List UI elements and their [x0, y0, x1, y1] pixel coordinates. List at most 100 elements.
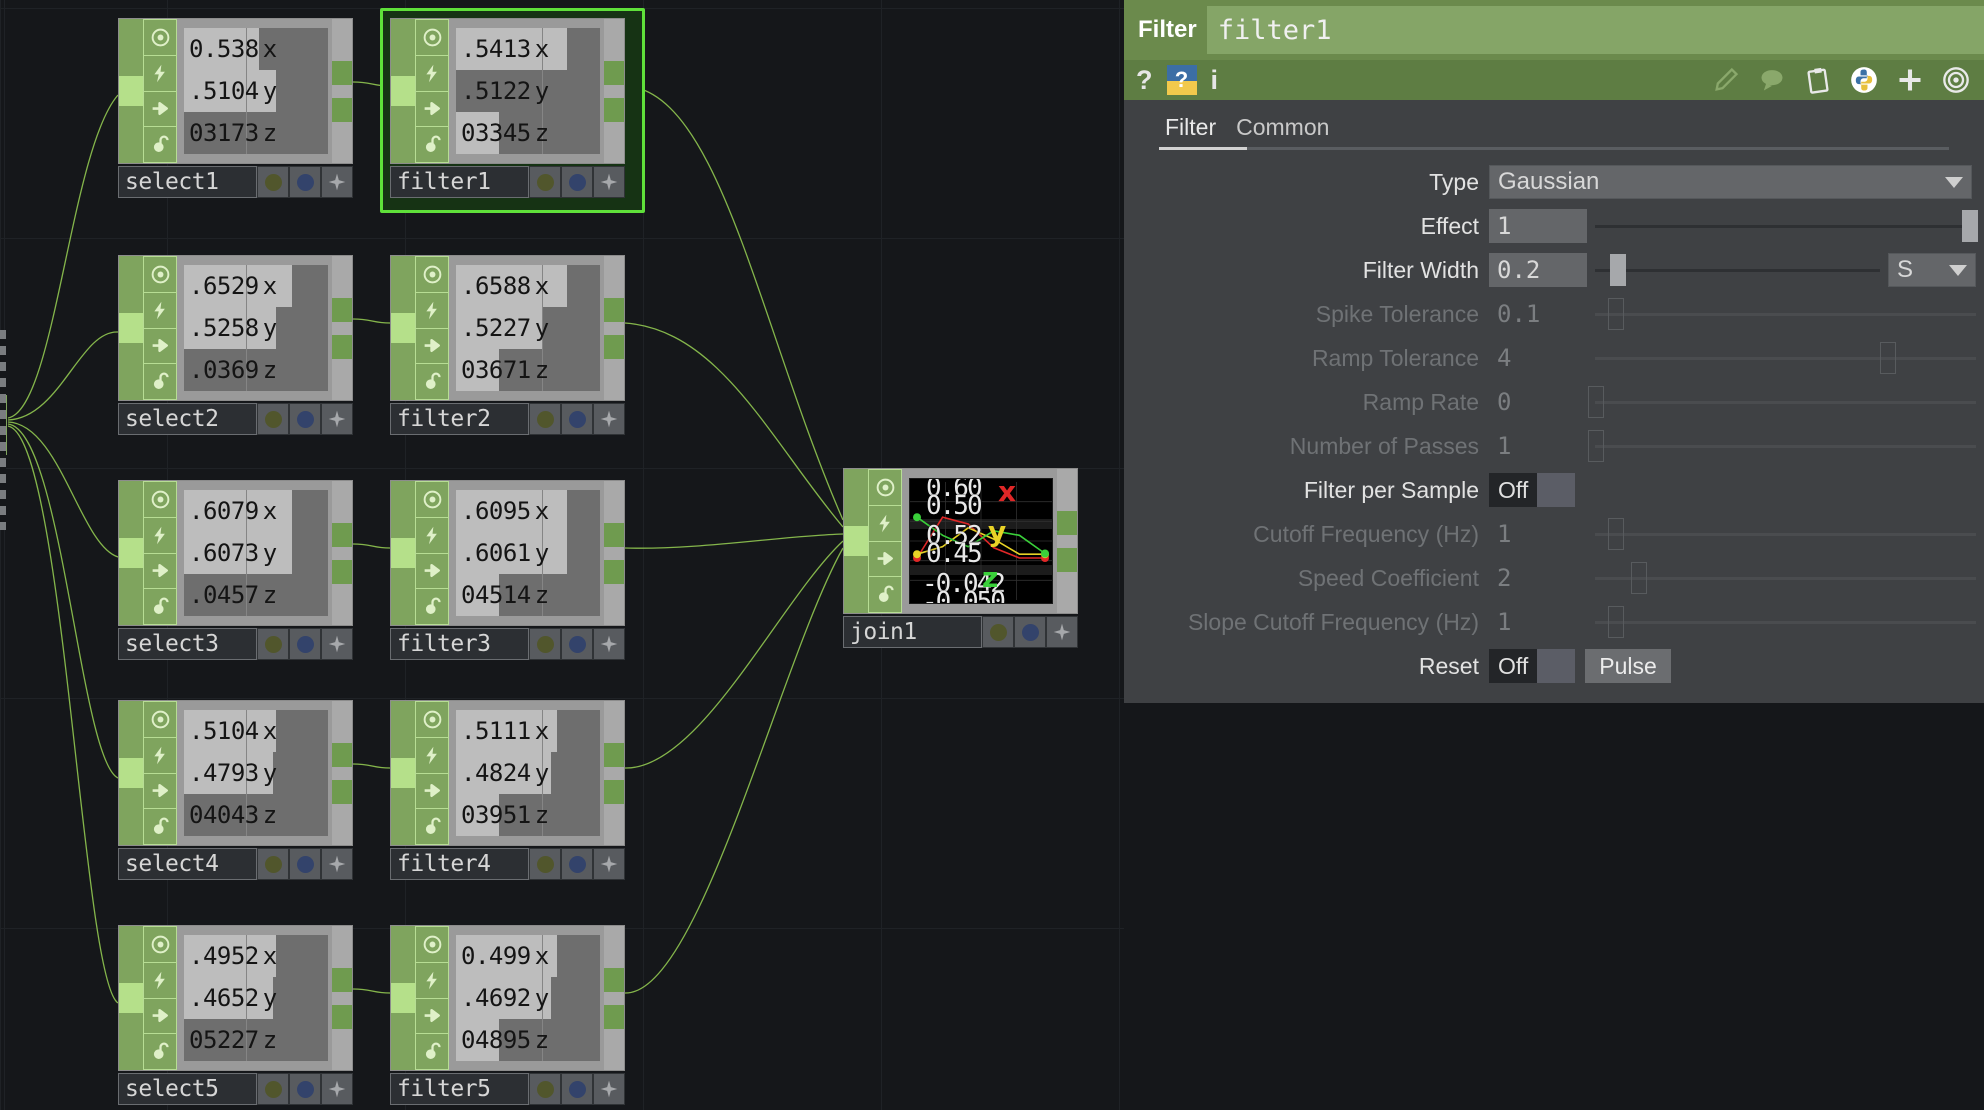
render-icon[interactable] [144, 738, 176, 774]
lock-icon[interactable] [416, 589, 448, 624]
bypass-arrow-icon[interactable] [416, 774, 448, 810]
node-output-connectors[interactable] [332, 19, 352, 163]
node-name-field[interactable]: filter5 [390, 1073, 529, 1105]
display-icon[interactable] [144, 927, 176, 963]
node-body[interactable]: .6079 x .6073 y .0457 z [118, 480, 353, 626]
star-icon[interactable] [321, 403, 353, 435]
output-connector-1[interactable] [604, 742, 624, 767]
contextual-help-icon[interactable]: ? [1166, 65, 1197, 95]
lock-icon[interactable] [416, 1034, 448, 1069]
node-value-row[interactable]: .6061 y [456, 532, 600, 574]
slider-knob[interactable] [1962, 210, 1979, 242]
node-value-row[interactable]: 03345 z [456, 112, 600, 154]
connector-active[interactable] [119, 983, 143, 1013]
node-select2[interactable]: .6529 x .5258 y .0369 z select2 [118, 255, 353, 435]
connector-active[interactable] [391, 313, 415, 343]
node-body[interactable]: 0.538 x .5104 y 03173 z [118, 18, 353, 164]
render-icon[interactable] [869, 506, 901, 542]
node-value-row[interactable]: 04514 z [456, 574, 600, 616]
connector-active[interactable] [391, 538, 415, 568]
node-value-row[interactable]: .4952 x [184, 935, 328, 977]
node-output-connectors[interactable] [604, 926, 624, 1070]
olive-dot-icon[interactable] [257, 403, 289, 435]
node-name-field[interactable]: select5 [118, 1073, 257, 1105]
node-input-connector[interactable] [119, 256, 143, 400]
node-body[interactable]: .5413 x .5122 y 03345 z [390, 18, 625, 164]
param-value-field[interactable]: 0 [1489, 385, 1587, 419]
tab-filter[interactable]: Filter [1159, 114, 1230, 148]
connector-active[interactable] [391, 76, 415, 106]
tab-common[interactable]: Common [1230, 114, 1343, 148]
lock-icon[interactable] [416, 364, 448, 399]
node-value-row[interactable]: .5111 x [456, 710, 600, 752]
node-input-connector[interactable] [391, 481, 415, 625]
panel-node-name-field[interactable]: filter1 [1206, 6, 1984, 54]
bypass-arrow-icon[interactable] [144, 554, 176, 590]
render-icon[interactable] [416, 518, 448, 554]
star-icon[interactable] [321, 848, 353, 880]
star-icon[interactable] [321, 1073, 353, 1105]
node-value-row[interactable]: .6095 x [456, 490, 600, 532]
render-icon[interactable] [144, 56, 176, 92]
node-filter3[interactable]: .6095 x .6061 y 04514 z filter3 [390, 480, 625, 660]
node-value-area[interactable]: .6095 x .6061 y 04514 z [456, 490, 600, 616]
star-icon[interactable] [593, 628, 625, 660]
node-value-area[interactable]: 0.538 x .5104 y 03173 z [184, 28, 328, 154]
render-icon[interactable] [416, 293, 448, 329]
output-connector-2[interactable] [332, 334, 352, 359]
lock-icon[interactable] [416, 127, 448, 162]
node-input-connector[interactable] [119, 926, 143, 1070]
slider-knob[interactable] [1607, 518, 1624, 550]
blue-dot-icon[interactable] [561, 628, 593, 660]
param-value-field[interactable]: 0.2 [1489, 253, 1587, 287]
node-value-row[interactable]: .4793 y [184, 752, 328, 794]
node-filter5[interactable]: 0.499 x .4692 y 04895 z filter5 [390, 925, 625, 1105]
output-connector-1[interactable] [604, 60, 624, 85]
render-icon[interactable] [144, 518, 176, 554]
node-value-row[interactable]: .6073 y [184, 532, 328, 574]
node-name-field[interactable]: join1 [843, 616, 982, 648]
param-slider[interactable] [1595, 297, 1976, 331]
lock-icon[interactable] [144, 127, 176, 162]
node-value-area[interactable]: .4952 x .4652 y 05227 z [184, 935, 328, 1061]
display-icon[interactable] [416, 20, 448, 56]
param-value-field[interactable]: 1 [1489, 517, 1587, 551]
lock-icon[interactable] [869, 577, 901, 612]
slider-knob[interactable] [1880, 342, 1897, 374]
olive-dot-icon[interactable] [257, 1073, 289, 1105]
slider-knob[interactable] [1609, 254, 1626, 286]
node-value-area[interactable]: .6529 x .5258 y .0369 z [184, 265, 328, 391]
render-icon[interactable] [144, 293, 176, 329]
node-select5[interactable]: .4952 x .4652 y 05227 z select5 [118, 925, 353, 1105]
node-value-row[interactable]: .6079 x [184, 490, 328, 532]
node-body[interactable]: .5104 x .4793 y 04043 z [118, 700, 353, 846]
node-value-row[interactable]: .4692 y [456, 977, 600, 1019]
output-connector-1[interactable] [332, 297, 352, 322]
param-select-type[interactable]: Gaussian [1489, 165, 1972, 199]
olive-dot-icon[interactable] [529, 166, 561, 198]
olive-dot-icon[interactable] [257, 628, 289, 660]
node-output-connectors[interactable] [332, 481, 352, 625]
display-icon[interactable] [144, 482, 176, 518]
clipboard-icon[interactable] [1802, 64, 1834, 96]
node-output-connectors[interactable] [604, 19, 624, 163]
param-slider[interactable] [1595, 209, 1979, 243]
node-input-connector[interactable] [391, 701, 415, 845]
node-name-field[interactable]: select1 [118, 166, 257, 198]
blue-dot-icon[interactable] [289, 403, 321, 435]
node-body[interactable]: .6529 x .5258 y .0369 z [118, 255, 353, 401]
node-value-row[interactable]: .6588 x [456, 265, 600, 307]
node-value-row[interactable]: .4652 y [184, 977, 328, 1019]
node-value-row[interactable]: .0369 z [184, 349, 328, 391]
node-name-field[interactable]: select4 [118, 848, 257, 880]
connector-active[interactable] [119, 313, 143, 343]
bypass-arrow-icon[interactable] [144, 92, 176, 128]
node-value-row[interactable]: 03173 z [184, 112, 328, 154]
param-value-field[interactable]: 2 [1489, 561, 1587, 595]
olive-dot-icon[interactable] [982, 616, 1014, 648]
bypass-arrow-icon[interactable] [416, 329, 448, 365]
node-value-row[interactable]: .5258 y [184, 307, 328, 349]
output-connector-1[interactable] [332, 60, 352, 85]
olive-dot-icon[interactable] [529, 628, 561, 660]
display-icon[interactable] [144, 20, 176, 56]
